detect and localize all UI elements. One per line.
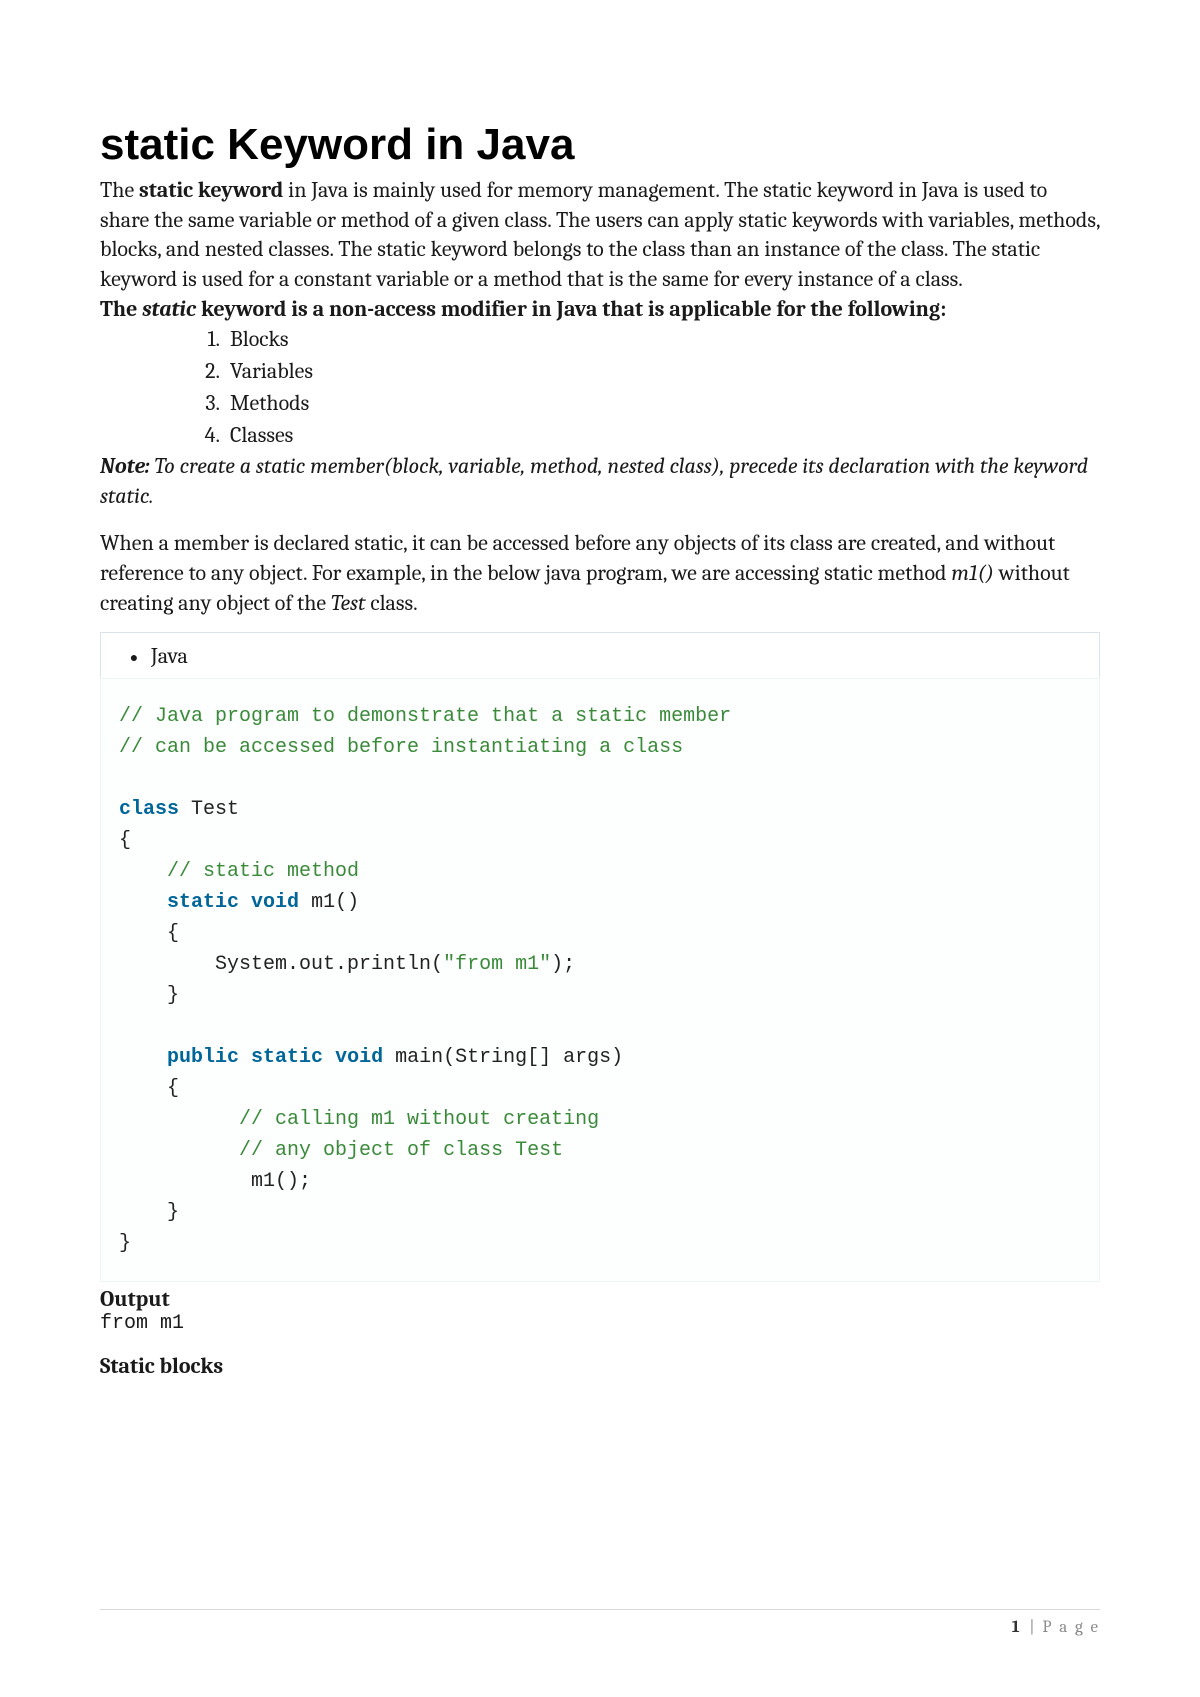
code-keyword: static (251, 1046, 323, 1069)
code-keyword: class (119, 798, 179, 821)
code-brace: { (167, 922, 179, 945)
list-item: 4. Classes (190, 420, 1100, 452)
code-ident: main(String[] args) (395, 1046, 623, 1069)
code-ident: m1() (311, 891, 359, 914)
explain-paragraph: When a member is declared static, it can… (100, 529, 1100, 618)
code-brace: { (119, 829, 131, 852)
output-label: Output (100, 1286, 1100, 1312)
note-label: Note: (100, 453, 150, 479)
code-keyword: void (335, 1046, 383, 1069)
explain-method: m1() (951, 560, 994, 586)
page-number: 1 (1012, 1618, 1020, 1637)
code-brace: } (167, 1201, 179, 1224)
list-number: 2. (190, 356, 220, 388)
intro-keyword: static keyword (139, 177, 283, 203)
code-comment: // Java program to demonstrate that a st… (119, 705, 731, 728)
explain-class: Test (331, 590, 366, 616)
intro-before: The (100, 177, 139, 203)
note-text: To create a static member(block, variabl… (100, 453, 1088, 509)
explain-t3: class. (365, 590, 417, 616)
list-label: Variables (230, 356, 313, 388)
applicable-post: keyword is a non-access modifier in Java… (196, 296, 946, 322)
code-keyword: public (167, 1046, 239, 1069)
list-item: 2. Variables (190, 356, 1100, 388)
code-lang-tab: ●Java (100, 632, 1100, 677)
code-brace: } (167, 984, 179, 1007)
applicable-heading: The static keyword is a non-access modif… (100, 295, 1100, 325)
applicable-list: 1. Blocks 2. Variables 3. Methods 4. Classes (190, 324, 1100, 452)
code-call: System.out.println( (215, 953, 443, 976)
code-comment: // can be accessed before instantiating … (119, 736, 683, 759)
page-title: static Keyword in Java (100, 120, 1100, 170)
list-item: 1. Blocks (190, 324, 1100, 356)
list-number: 3. (190, 388, 220, 420)
list-label: Methods (230, 388, 309, 420)
code-keyword: static (167, 891, 239, 914)
code-brace: } (119, 1232, 131, 1255)
applicable-kw: static (142, 296, 196, 322)
code-block: // Java program to demonstrate that a st… (100, 678, 1100, 1282)
list-label: Blocks (230, 324, 289, 356)
code-comment: // any object of class Test (239, 1139, 563, 1162)
code-brace: { (167, 1077, 179, 1100)
bullet-icon: ● (117, 650, 151, 667)
intro-paragraph: The static keyword in Java is mainly use… (100, 176, 1100, 295)
applicable-pre: The (100, 296, 142, 322)
list-item: 3. Methods (190, 388, 1100, 420)
code-punc: ); (551, 953, 575, 976)
list-label: Classes (230, 420, 293, 452)
code-comment: // static method (167, 860, 359, 883)
code-ident: Test (191, 798, 239, 821)
code-lang-label: Java (151, 643, 188, 669)
list-number: 1. (190, 324, 220, 356)
page-footer: 1 | P a g e (100, 1609, 1100, 1637)
explain-t1: When a member is declared static, it can… (100, 530, 1055, 586)
page-word: P a g e (1042, 1618, 1100, 1637)
code-comment: // calling m1 without creating (239, 1108, 599, 1131)
section-heading: Static blocks (100, 1353, 1100, 1379)
output-value: from m1 (100, 1312, 1100, 1335)
code-keyword: void (251, 891, 299, 914)
code-call: m1(); (251, 1170, 311, 1193)
note-line: Note: To create a static member(block, v… (100, 452, 1100, 511)
code-string: "from m1" (443, 953, 551, 976)
list-number: 4. (190, 420, 220, 452)
